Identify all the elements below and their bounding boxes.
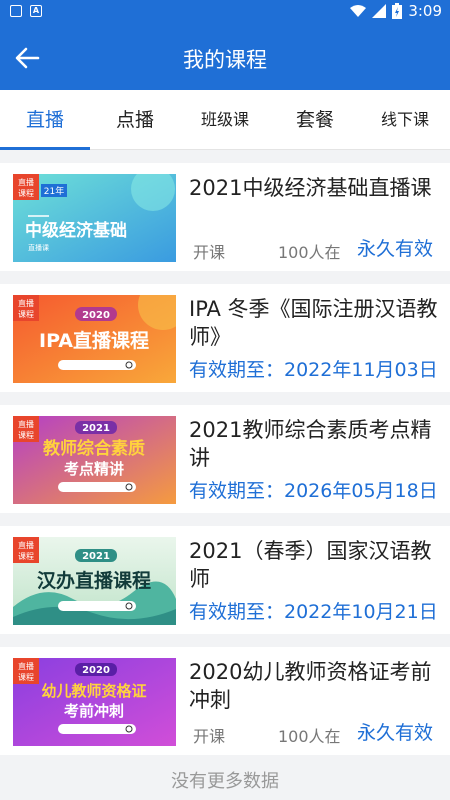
course-thumbnail: 直播 课程 2021 教师综合素质 考点精讲 [13,416,176,504]
thumb-sub-title: 考前冲刺 [64,702,124,720]
wifi-icon [350,5,367,17]
app-bar: 我的课程 [0,24,450,90]
course-validity: 有效期至：2022年11月03日 [189,359,438,381]
thumb-tag-line1: 直播 [18,298,34,308]
thumb-main-title: 教师综合素质 [42,438,145,459]
course-validity: 有效期至：2022年10月21日 [189,601,438,623]
status-time: 3:09 [408,2,442,20]
battery-charging-icon [392,3,403,19]
app-notification-icon [10,5,22,17]
thumb-main-title: 汉办直播课程 [37,569,151,592]
course-title: 2020幼儿教师资格证考前冲刺 [189,660,432,712]
thumb-tag-line1: 直播 [18,661,34,671]
thumb-year: 2020 [82,665,110,676]
tab-class[interactable]: 班级课 [180,90,270,150]
status-bar: A 3:09 [0,0,450,24]
course-student-count: 100人在 [278,243,341,262]
thumb-tag-line2: 课程 [18,310,34,319]
thumb-tag-line2: 课程 [18,431,34,440]
signal-icon [372,4,387,18]
thumb-tag-line1: 直播 [18,419,34,429]
thumb-main-title: IPA直播课程 [39,329,149,352]
thumb-sub-title: 直播课 [28,243,49,252]
thumb-sub-title: 考点精讲 [64,460,124,478]
course-validity: 有效期至：2026年05月18日 [189,480,438,502]
thumb-tag-line2: 课程 [18,189,34,198]
thumb-year: 2021 [82,423,110,434]
course-title: 2021中级经济基础直播课 [189,176,432,200]
tab-indicator [0,147,90,150]
tab-offline[interactable]: 线下课 [360,90,450,150]
thumb-main-title: 幼儿教师资格证 [41,682,146,700]
thumb-tag-line1: 直播 [18,177,34,187]
course-card[interactable]: 直播 课程 2021 汉办直播课程 2021（春季）国家汉语教师 有效期至：20… [0,526,450,634]
thumb-year: 21年 [44,185,64,197]
course-validity: 永久有效 [357,722,434,744]
course-thumbnail: 直播 课程 21年 中级经济基础 直播课 [13,174,176,262]
course-title: 2021（春季）国家汉语教师 [189,539,432,591]
no-more-data-label: 没有更多数据 [171,771,279,792]
thumb-year: 2020 [82,310,110,321]
font-notification-icon: A [30,5,42,17]
course-validity: 永久有效 [357,238,434,260]
course-title: IPA 冬季《国际注册汉语教师》 [189,297,438,349]
course-thumbnail: 直播 课程 2020 IPA直播课程 [13,295,176,383]
course-card[interactable]: 直播 课程 2020 幼儿教师资格证 考前冲刺 2020幼儿教师资格证考前冲刺 … [0,647,450,755]
page-title: 我的课程 [183,48,267,72]
thumb-tag-line1: 直播 [18,540,34,550]
thumb-main-title: 中级经济基础 [25,220,127,241]
course-card[interactable]: 直播 课程 2021 教师综合素质 考点精讲 2021教师综合素质考点精讲 有效… [0,405,450,513]
course-card[interactable]: 直播 课程 2020 IPA直播课程 IPA 冬季《国际注册汉语教师》 有效期至… [0,284,450,392]
tab-package[interactable]: 套餐 [270,90,360,150]
course-thumbnail: 直播 课程 2020 幼儿教师资格证 考前冲刺 [13,658,176,746]
course-student-count: 100人在 [278,727,341,746]
course-thumbnail: 直播 课程 2021 汉办直播课程 [13,537,176,625]
thumb-year: 2021 [82,551,110,562]
course-open-label: 开课 [193,727,226,746]
tab-live[interactable]: 直播 [0,90,90,150]
thumb-tag-line2: 课程 [18,673,34,682]
tab-on-demand[interactable]: 点播 [90,90,180,150]
course-title: 2021教师综合素质考点精讲 [189,418,432,470]
thumb-tag-line2: 课程 [18,552,34,561]
course-card[interactable]: 直播 课程 21年 中级经济基础 直播课 2021中级经济基础直播课 开课 10… [0,163,450,271]
tab-bar: 直播 点播 班级课 套餐 线下课 [0,90,450,150]
course-open-label: 开课 [193,243,226,262]
